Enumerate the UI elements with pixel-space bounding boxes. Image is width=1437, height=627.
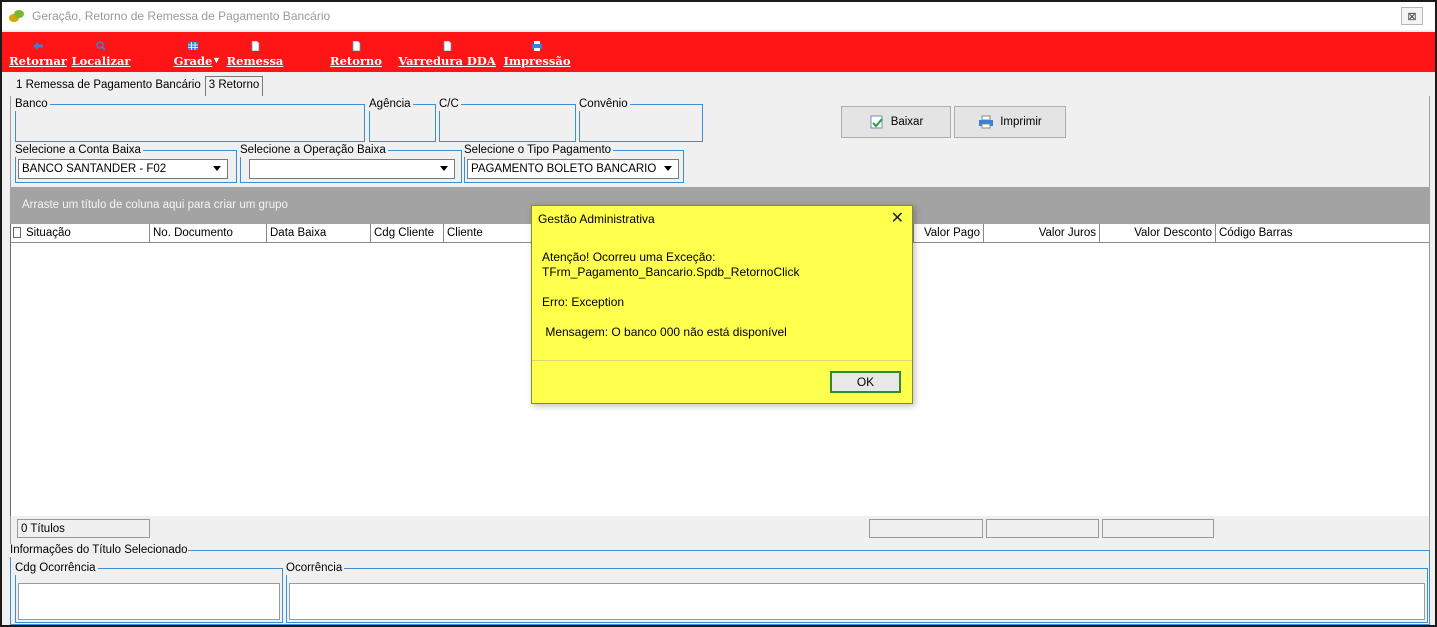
cdg-ocorrencia-label: Cdg Ocorrência [15,562,98,575]
title-bar: Geração, Retorno de Remessa de Pagamento… [2,2,1435,30]
cc-label: C/C [439,98,461,111]
titulos-count: 0 Títulos [17,519,150,538]
titulo-info-label: Informações do Título Selecionado [10,544,188,557]
back-arrow-icon [33,42,43,50]
chevron-down-icon[interactable] [440,166,448,171]
chevron-down-icon[interactable] [664,166,672,171]
operacao-baixa-group: Selecione a Operação Baixa [240,144,462,183]
document-icon [443,41,452,51]
remessa-label: Remessa [226,54,284,68]
localizar-button[interactable]: Localizar [71,32,131,72]
imprimir-label: Imprimir [1000,116,1042,128]
summary-valor-juros [986,519,1099,538]
document-icon [352,41,361,51]
baixar-button[interactable]: Baixar [841,106,951,138]
group-by-hint: Arraste um título de coluna aqui para cr… [22,199,288,211]
toolbar: Retornar Localizar Grade ▼ Remessa Retor… [2,32,1435,72]
remessa-button[interactable]: Remessa [224,32,286,72]
grade-label: Grade [173,54,213,68]
window-close-button[interactable]: ⊠ [1401,7,1423,25]
dialog-line [542,310,799,325]
document-icon [251,41,260,51]
conta-baixa-value: BANCO SANTANDER - F02 [22,163,167,175]
cdg-ocorrencia-field[interactable] [18,583,280,620]
banco-label: Banco [15,98,50,111]
agencia-field[interactable]: Agência [369,98,436,142]
printer-icon [979,115,994,129]
conta-baixa-select[interactable]: BANCO SANTANDER - F02 [18,159,228,179]
dialog-line: Erro: Exception [542,295,625,309]
tab-remessa[interactable]: 1 Remessa de Pagamento Bancário [12,76,205,96]
banco-field[interactable]: Banco [15,98,365,142]
column-valor-juros[interactable]: Valor Juros [984,224,1100,243]
localizar-label: Localizar [71,54,131,68]
retornar-label: Retornar [9,54,67,68]
magnifier-icon [96,41,106,51]
conta-baixa-label: Selecione a Conta Baixa [15,144,143,157]
column-valor-pago[interactable]: Valor Pago [914,224,984,243]
ocorrencia-group: Ocorrência [286,562,1428,623]
download-icon [870,115,883,129]
column-codigo-barras[interactable]: Código Barras [1216,224,1429,243]
titulo-info-group: Informações do Título Selecionado Cdg Oc… [10,544,1430,625]
agencia-label: Agência [369,98,413,111]
operacao-baixa-select[interactable] [249,159,455,179]
dialog-line: TFrm_Pagamento_Bancario.Spdb_RetornoClic… [542,265,800,279]
column-no-documento[interactable]: No. Documento [150,224,267,243]
summary-valor-desconto [1102,519,1214,538]
grade-dropdown-icon[interactable]: ▼ [212,55,221,65]
tipo-pagamento-group: Selecione o Tipo Pagamento PAGAMENTO BOL… [464,144,684,183]
cc-field[interactable]: C/C [439,98,576,142]
printer-icon [532,41,542,51]
convenio-label: Convênio [579,98,630,111]
column-valor-desconto[interactable]: Valor Desconto [1100,224,1216,243]
app-logo-icon [9,10,24,22]
convenio-field[interactable]: Convênio [579,98,703,142]
retorno-label: Retorno [330,54,382,68]
conta-baixa-group: Selecione a Conta Baixa BANCO SANTANDER … [15,144,237,183]
cdg-ocorrencia-group: Cdg Ocorrência [15,562,283,623]
dialog-divider [532,360,912,361]
impressao-button[interactable]: Impressão [502,32,572,72]
grid-footer: 0 Títulos [10,516,1430,542]
column-situacao[interactable]: Situação [23,224,150,243]
tipo-pagamento-select[interactable]: PAGAMENTO BOLETO BANCARIO [467,159,679,179]
tipo-pagamento-label: Selecione o Tipo Pagamento [464,144,614,157]
tab-retorno[interactable]: 3 Retorno [204,76,264,96]
dialog-line: Atenção! Ocorreu uma Exceção: [542,250,716,264]
dialog-line [542,280,799,295]
chevron-down-icon[interactable] [213,166,221,171]
retorno-button[interactable]: Retorno [330,32,382,72]
varredura-dda-label: Varredura DDA [398,54,496,68]
baixar-label: Baixar [890,116,924,128]
dialog-message: Atenção! Ocorreu uma Exceção: TFrm_Pagam… [542,250,799,340]
main-window: Geração, Retorno de Remessa de Pagamento… [0,0,1437,627]
retornar-button[interactable]: Retornar [9,32,67,72]
varredura-dda-button[interactable]: Varredura DDA [398,32,496,72]
column-cdg-cliente[interactable]: Cdg Cliente [371,224,444,243]
tab-strip: 1 Remessa de Pagamento Bancário 3 Retorn… [12,76,264,96]
summary-valor-pago [869,519,983,538]
grade-button[interactable]: Grade [172,32,214,72]
dialog-close-icon[interactable]: ✕ [891,208,904,228]
dialog-title: Gestão Administrativa [538,212,655,226]
column-chooser-icon[interactable] [13,227,21,238]
ocorrencia-label: Ocorrência [286,562,345,575]
operacao-baixa-label: Selecione a Operação Baixa [240,144,388,157]
ok-button[interactable]: OK [830,371,901,393]
grid-icon [188,42,198,50]
dialog-line: Mensagem: O banco 000 não está disponíve… [542,325,787,339]
ocorrencia-field[interactable] [289,583,1425,620]
window-title: Geração, Retorno de Remessa de Pagamento… [32,9,331,23]
impressao-label: Impressão [503,54,571,68]
exception-dialog: Gestão Administrativa ✕ Atenção! Ocorreu… [531,205,913,404]
column-data-baixa[interactable]: Data Baixa [267,224,371,243]
imprimir-button[interactable]: Imprimir [954,106,1066,138]
tipo-pagamento-value: PAGAMENTO BOLETO BANCARIO [471,163,657,175]
